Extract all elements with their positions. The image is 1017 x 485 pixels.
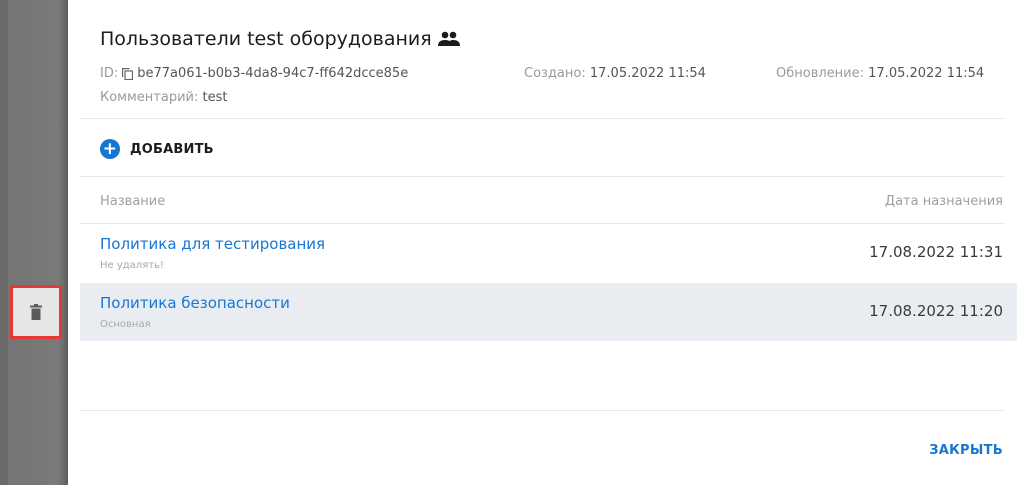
divider (80, 410, 1005, 411)
copy-icon[interactable] (122, 67, 134, 80)
policy-comment: Не удалять! (100, 260, 164, 271)
comment-label: Комментарий: (100, 90, 199, 105)
sidebar-edge (0, 0, 8, 485)
assignment-date: 17.08.2022 11:31 (869, 243, 1003, 261)
created-label: Создано: (524, 66, 586, 81)
dialog-header: Пользователи test оборудования ID: be77a… (100, 12, 1017, 118)
meta-updated: Обновление: 17.05.2022 11:54 (776, 66, 984, 81)
table-row[interactable]: Политика безопасности Основная 17.08.202… (80, 283, 1017, 341)
plus-circle-icon: + (100, 139, 120, 159)
meta-id: ID: be77a061-b0b3-4da8-94c7-ff642dcce85e (100, 66, 408, 81)
trash-icon (30, 304, 42, 320)
divider (80, 176, 1005, 177)
column-header-date[interactable]: Дата назначения (885, 194, 1003, 209)
assigned-policies-dialog: Пользователи test оборудования ID: be77a… (68, 12, 1017, 485)
close-button[interactable]: ЗАКРЫТЬ (929, 443, 1003, 458)
updated-label: Обновление: (776, 66, 864, 81)
column-header-name[interactable]: Название (100, 194, 165, 209)
created-value: 17.05.2022 11:54 (589, 66, 706, 81)
add-button-label: ДОБАВИТЬ (130, 141, 214, 157)
policy-link[interactable]: Политика для тестирования (100, 235, 325, 253)
sidebar-backdrop (0, 0, 68, 485)
id-value: be77a061-b0b3-4da8-94c7-ff642dcce85e (137, 66, 409, 81)
meta-comment: Комментарий: test (100, 90, 227, 105)
group-icon (437, 31, 460, 46)
dialog-title-text: Пользователи test оборудования (100, 28, 432, 50)
id-label: ID: (100, 66, 119, 81)
meta-created: Создано: 17.05.2022 11:54 (524, 66, 706, 81)
dialog-title: Пользователи test оборудования (100, 28, 460, 50)
table-row[interactable]: Политика для тестирования Не удалять! 17… (80, 224, 1017, 282)
policy-link[interactable]: Политика безопасности (100, 294, 290, 312)
add-button[interactable]: + ДОБАВИТЬ (100, 139, 214, 159)
policy-comment: Основная (100, 319, 151, 330)
updated-value: 17.05.2022 11:54 (868, 66, 985, 81)
divider (80, 118, 1005, 119)
delete-row-button[interactable] (10, 285, 62, 339)
comment-value: test (202, 90, 228, 105)
assignment-date: 17.08.2022 11:20 (869, 302, 1003, 320)
